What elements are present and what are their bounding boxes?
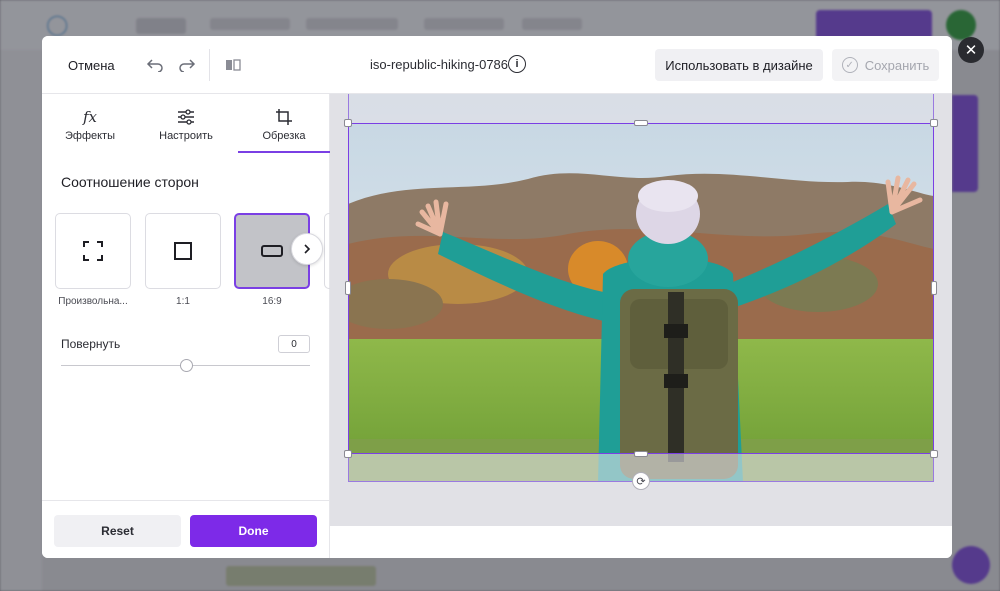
check-icon: ✓ bbox=[841, 57, 858, 73]
file-title: iso-republic-hiking-0786 bbox=[370, 57, 509, 72]
crop-handle-left[interactable] bbox=[345, 281, 351, 295]
rotate-slider-thumb[interactable] bbox=[179, 359, 193, 372]
ratio-next-button[interactable] bbox=[291, 233, 323, 265]
crop-handle-bottom[interactable] bbox=[634, 451, 648, 457]
ratio-label-1-1: 1:1 bbox=[176, 296, 190, 307]
crop-handle-top-left[interactable] bbox=[344, 119, 352, 127]
reset-button[interactable]: Reset bbox=[54, 515, 181, 547]
done-button[interactable]: Done bbox=[190, 515, 317, 547]
sliders-icon bbox=[177, 107, 195, 127]
crop-handle-bottom-left[interactable] bbox=[344, 450, 352, 458]
crop-icon bbox=[275, 107, 293, 127]
rotate-value-input[interactable]: 0 bbox=[278, 335, 310, 353]
undo-icon[interactable] bbox=[144, 54, 166, 76]
square-icon bbox=[174, 242, 192, 260]
cancel-button[interactable]: Отмена bbox=[56, 50, 127, 80]
image-editor-modal: Отмена iso-republic-hiking-0786 i Исполь… bbox=[42, 36, 952, 558]
tab-label: Обрезка bbox=[262, 130, 306, 142]
tab-label: Эффекты bbox=[64, 130, 115, 142]
close-modal-button[interactable]: ✕ bbox=[958, 37, 984, 63]
rotate-label: Повернуть bbox=[61, 337, 121, 351]
save-button-label: Сохранить bbox=[864, 57, 930, 73]
rotate-icon[interactable]: ⟳ bbox=[632, 472, 650, 490]
tab-label: Настроить bbox=[159, 130, 213, 142]
info-icon[interactable]: i bbox=[508, 55, 526, 73]
ratio-label-freeform: Произвольна... bbox=[58, 296, 128, 307]
panel-footer: Reset Done bbox=[42, 500, 330, 558]
tab-effects[interactable]: fx Эффекты bbox=[42, 94, 138, 154]
ratio-option-freeform[interactable] bbox=[55, 213, 131, 289]
crop-handle-right[interactable] bbox=[931, 281, 937, 295]
ratio-label-16-9: 16:9 bbox=[262, 296, 282, 307]
widescreen-icon bbox=[261, 245, 283, 257]
canvas-footer bbox=[330, 526, 952, 558]
edit-panel: fx Эффекты Настроить Обрезка Соотношение… bbox=[42, 94, 332, 558]
chevron-right-icon bbox=[304, 244, 311, 254]
redo-icon[interactable] bbox=[176, 54, 198, 76]
crop-handle-bottom-right[interactable] bbox=[930, 450, 938, 458]
editor-tabs: fx Эффекты Настроить Обрезка bbox=[42, 94, 330, 154]
crop-canvas: ⟳ bbox=[330, 94, 952, 526]
ratio-option-1-1[interactable] bbox=[145, 213, 221, 289]
crop-handle-top-right[interactable] bbox=[930, 119, 938, 127]
crop-handle-top[interactable] bbox=[634, 120, 648, 126]
compare-icon[interactable] bbox=[222, 54, 244, 76]
tab-crop[interactable]: Обрезка bbox=[238, 94, 330, 154]
crop-frame[interactable] bbox=[348, 123, 934, 454]
use-in-design-button[interactable]: Использовать в дизайне bbox=[655, 49, 823, 81]
aspect-ratio-title: Соотношение сторон bbox=[61, 174, 199, 190]
tab-adjust[interactable]: Настроить bbox=[138, 94, 234, 154]
active-tab-indicator bbox=[238, 151, 330, 153]
freeform-icon bbox=[83, 241, 103, 261]
save-button[interactable]: ✓ Сохранить bbox=[832, 49, 939, 81]
fx-icon: fx bbox=[82, 108, 97, 126]
editor-header: Отмена iso-republic-hiking-0786 i Исполь… bbox=[42, 36, 952, 94]
header-divider bbox=[209, 49, 210, 81]
